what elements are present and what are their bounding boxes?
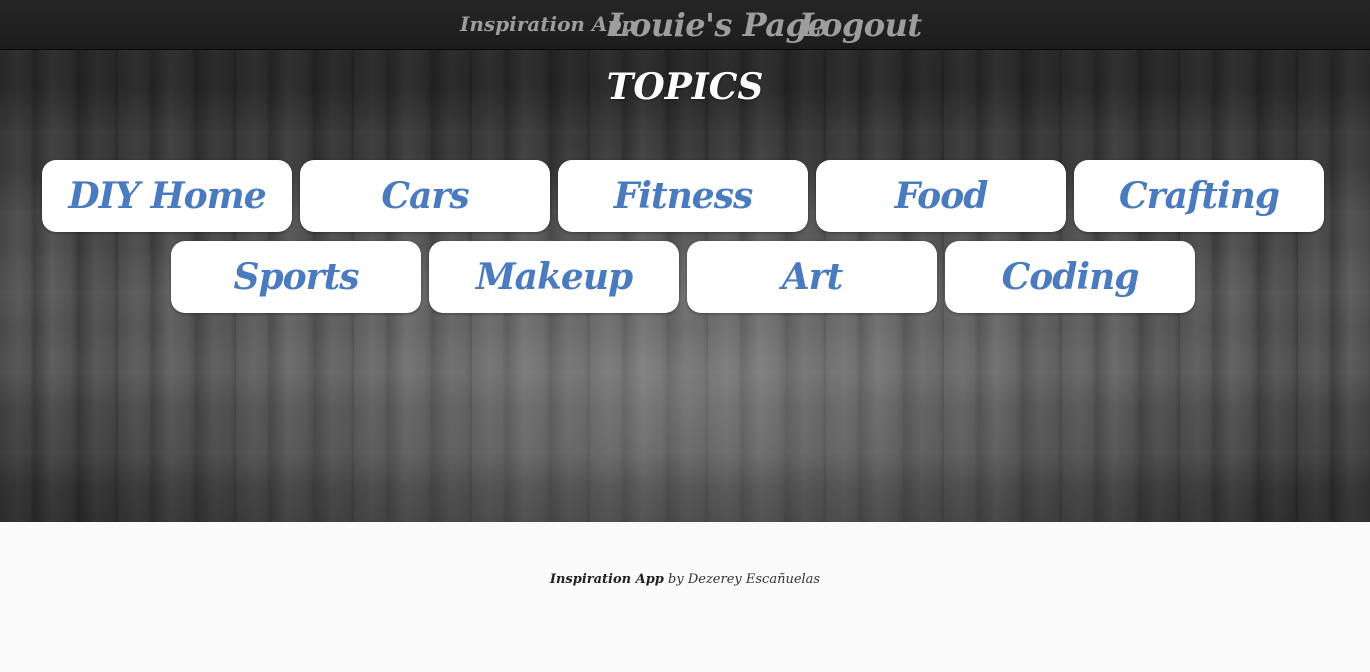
footer-author: by Dezerey Escañuelas	[668, 572, 821, 587]
footer-app-name: Inspiration App	[549, 572, 664, 587]
topic-cars-button[interactable]: Cars	[300, 160, 550, 232]
footer-credit: Inspiration App by Dezerey Escañuelas	[0, 572, 1370, 587]
topic-crafting-button[interactable]: Crafting	[1074, 160, 1324, 232]
navbar: Inspiration App Louie's Page Logout	[0, 0, 1370, 50]
topic-diy-home-button[interactable]: DIY Home	[42, 160, 292, 232]
topic-food-button[interactable]: Food	[816, 160, 1066, 232]
topics-section: TOPICS DIY Home Cars Fitness Food Crafti…	[0, 50, 1370, 522]
page-title: TOPICS	[606, 66, 764, 108]
topic-fitness-button[interactable]: Fitness	[558, 160, 808, 232]
logout-link[interactable]: Logout	[799, 0, 922, 50]
footer: Inspiration App by Dezerey Escañuelas	[0, 522, 1370, 672]
topic-makeup-button[interactable]: Makeup	[429, 241, 679, 313]
topic-art-button[interactable]: Art	[687, 241, 937, 313]
topic-coding-button[interactable]: Coding	[945, 241, 1195, 313]
user-page-link[interactable]: Louie's Page	[608, 0, 828, 50]
topic-sports-button[interactable]: Sports	[171, 241, 421, 313]
